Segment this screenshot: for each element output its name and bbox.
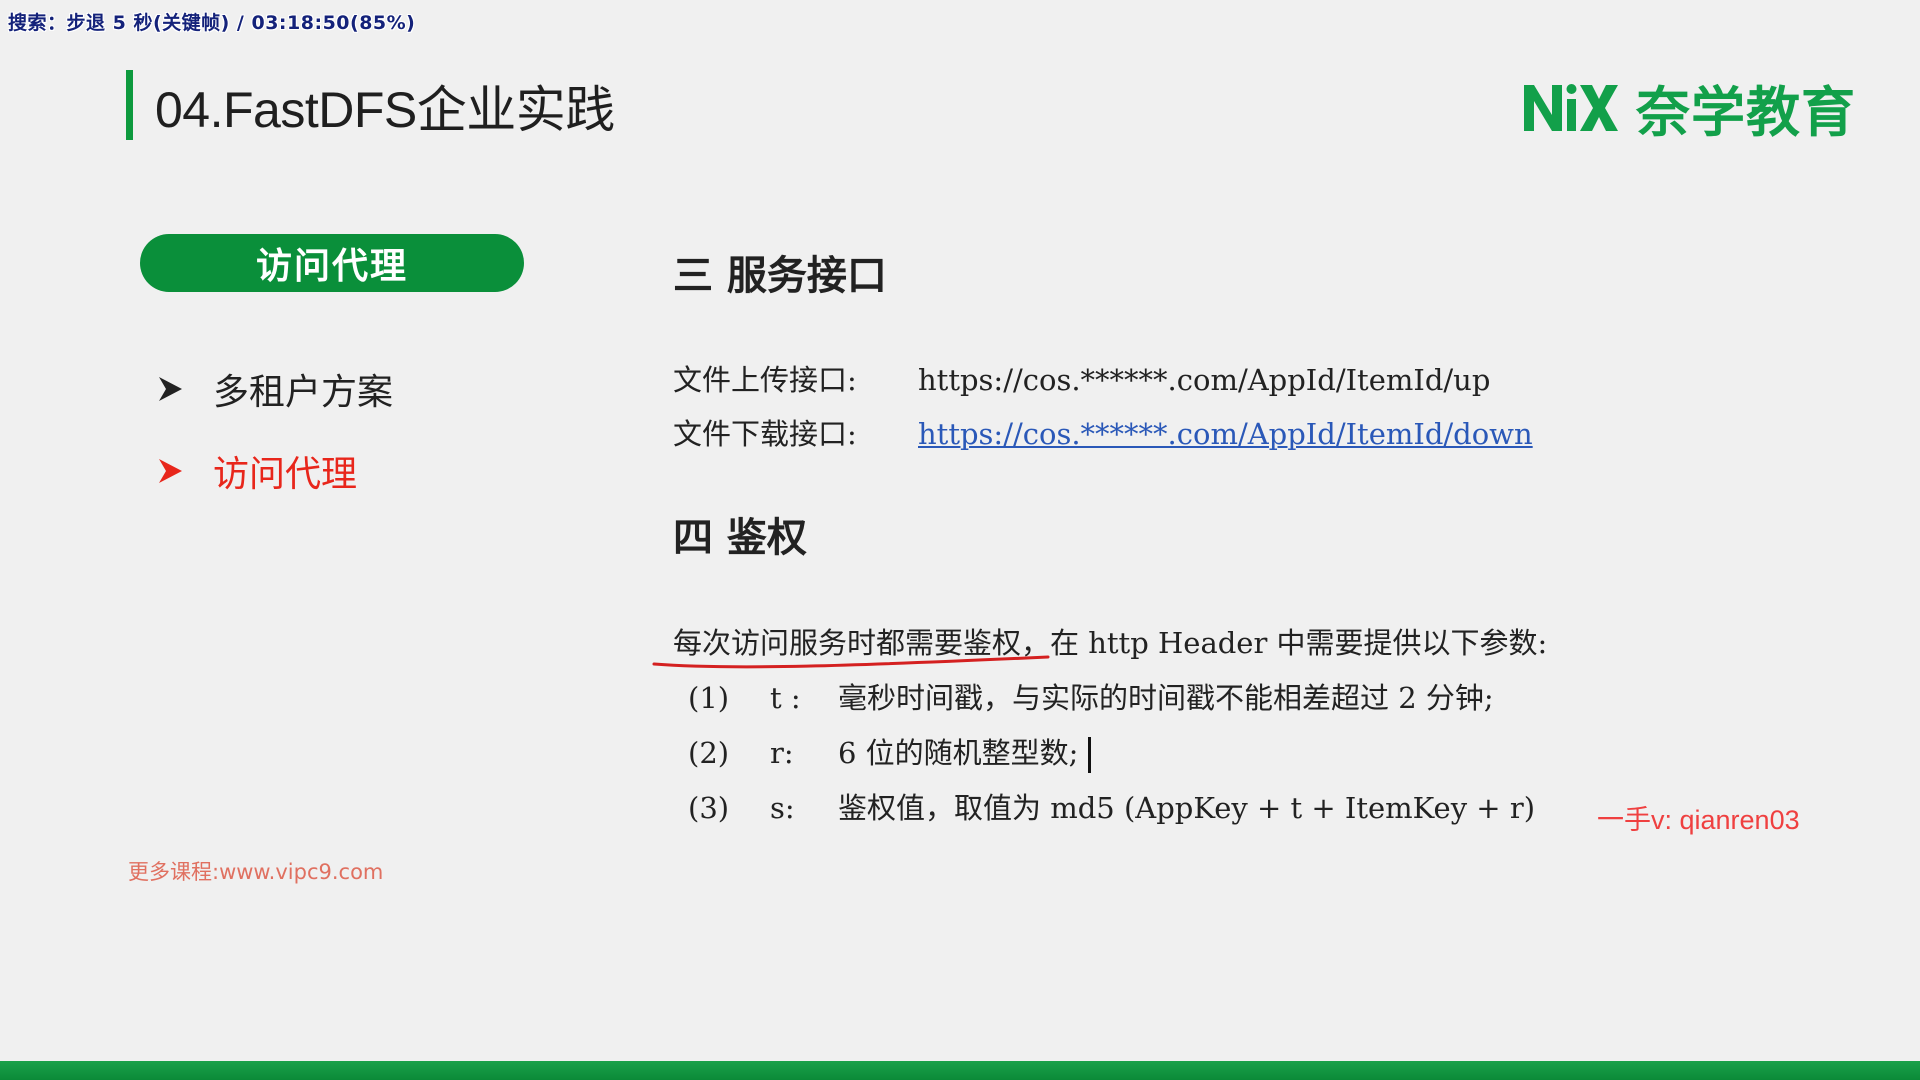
footer-watermark-link: 更多课程:www.vipc9.com — [128, 860, 384, 884]
param-number: (2) — [688, 736, 730, 770]
param-desc: 6 位的随机整型数; — [838, 736, 1079, 770]
logo-text: 奈学教育 — [1636, 80, 1856, 144]
text-cursor — [1088, 737, 1092, 773]
title-accent-bar — [126, 70, 133, 140]
brand-logo: 奈学教育 — [1522, 75, 1856, 144]
bottom-accent-bar — [0, 1061, 1920, 1080]
download-endpoint-row: 文件下载接口: https://cos.******.com/AppId/Item… — [673, 411, 1533, 453]
param-key: s: — [770, 791, 795, 825]
auth-param-item: (1) t : 毫秒时间戳，与实际的时间戳不能相差超过 2 分钟; — [688, 675, 1494, 717]
hand-drawn-underline — [652, 655, 1050, 669]
sidebar-item-access-proxy: 访问代理 — [155, 445, 357, 497]
sidebar-item-label: 访问代理 — [213, 454, 358, 495]
watermark-text: 一手v: qianren03 — [1597, 805, 1800, 835]
param-desc: 鉴权值，取值为 md5 (AppKey + t + ItemKey + r) — [838, 791, 1536, 825]
auth-param-item: (3) s: 鉴权值，取值为 md5 (AppKey + t + ItemKey +… — [688, 785, 1535, 827]
nix-logo-icon — [1524, 84, 1618, 131]
section-heading-auth: 四 鉴权 — [673, 514, 807, 561]
sidebar-item-label: 多租户方案 — [213, 372, 394, 413]
download-endpoint-label: 文件下载接口: — [673, 417, 857, 451]
param-desc: 毫秒时间戳，与实际的时间戳不能相差超过 2 分钟; — [838, 681, 1494, 715]
section-heading-service-interface: 三 服务接口 — [673, 252, 887, 299]
player-status-overlay: 搜索：步退 5 秒(关键帧) / 03:18:50(85%) — [8, 12, 416, 34]
param-key: r: — [770, 736, 794, 770]
auth-param-item: (2) r: 6 位的随机整型数; — [688, 730, 1092, 773]
arrow-right-icon — [159, 459, 182, 483]
sidebar-active-pill: 访问代理 — [140, 234, 524, 292]
arrow-right-icon — [159, 377, 182, 401]
upload-endpoint-label: 文件上传接口: — [673, 363, 857, 397]
param-number: (3) — [688, 791, 730, 825]
param-number: (1) — [688, 681, 730, 715]
sidebar-item-multi-tenant: 多租户方案 — [155, 363, 393, 415]
download-endpoint-link[interactable]: https://cos.******.com/AppId/ItemId/down — [918, 417, 1533, 451]
slide-title: 04.FastDFS企业实践 — [155, 82, 615, 138]
param-key: t : — [770, 681, 801, 715]
upload-endpoint-row: 文件上传接口: https://cos.******.com/AppId/Item… — [673, 357, 1490, 399]
upload-endpoint-url: https://cos.******.com/AppId/ItemId/up — [918, 363, 1491, 397]
